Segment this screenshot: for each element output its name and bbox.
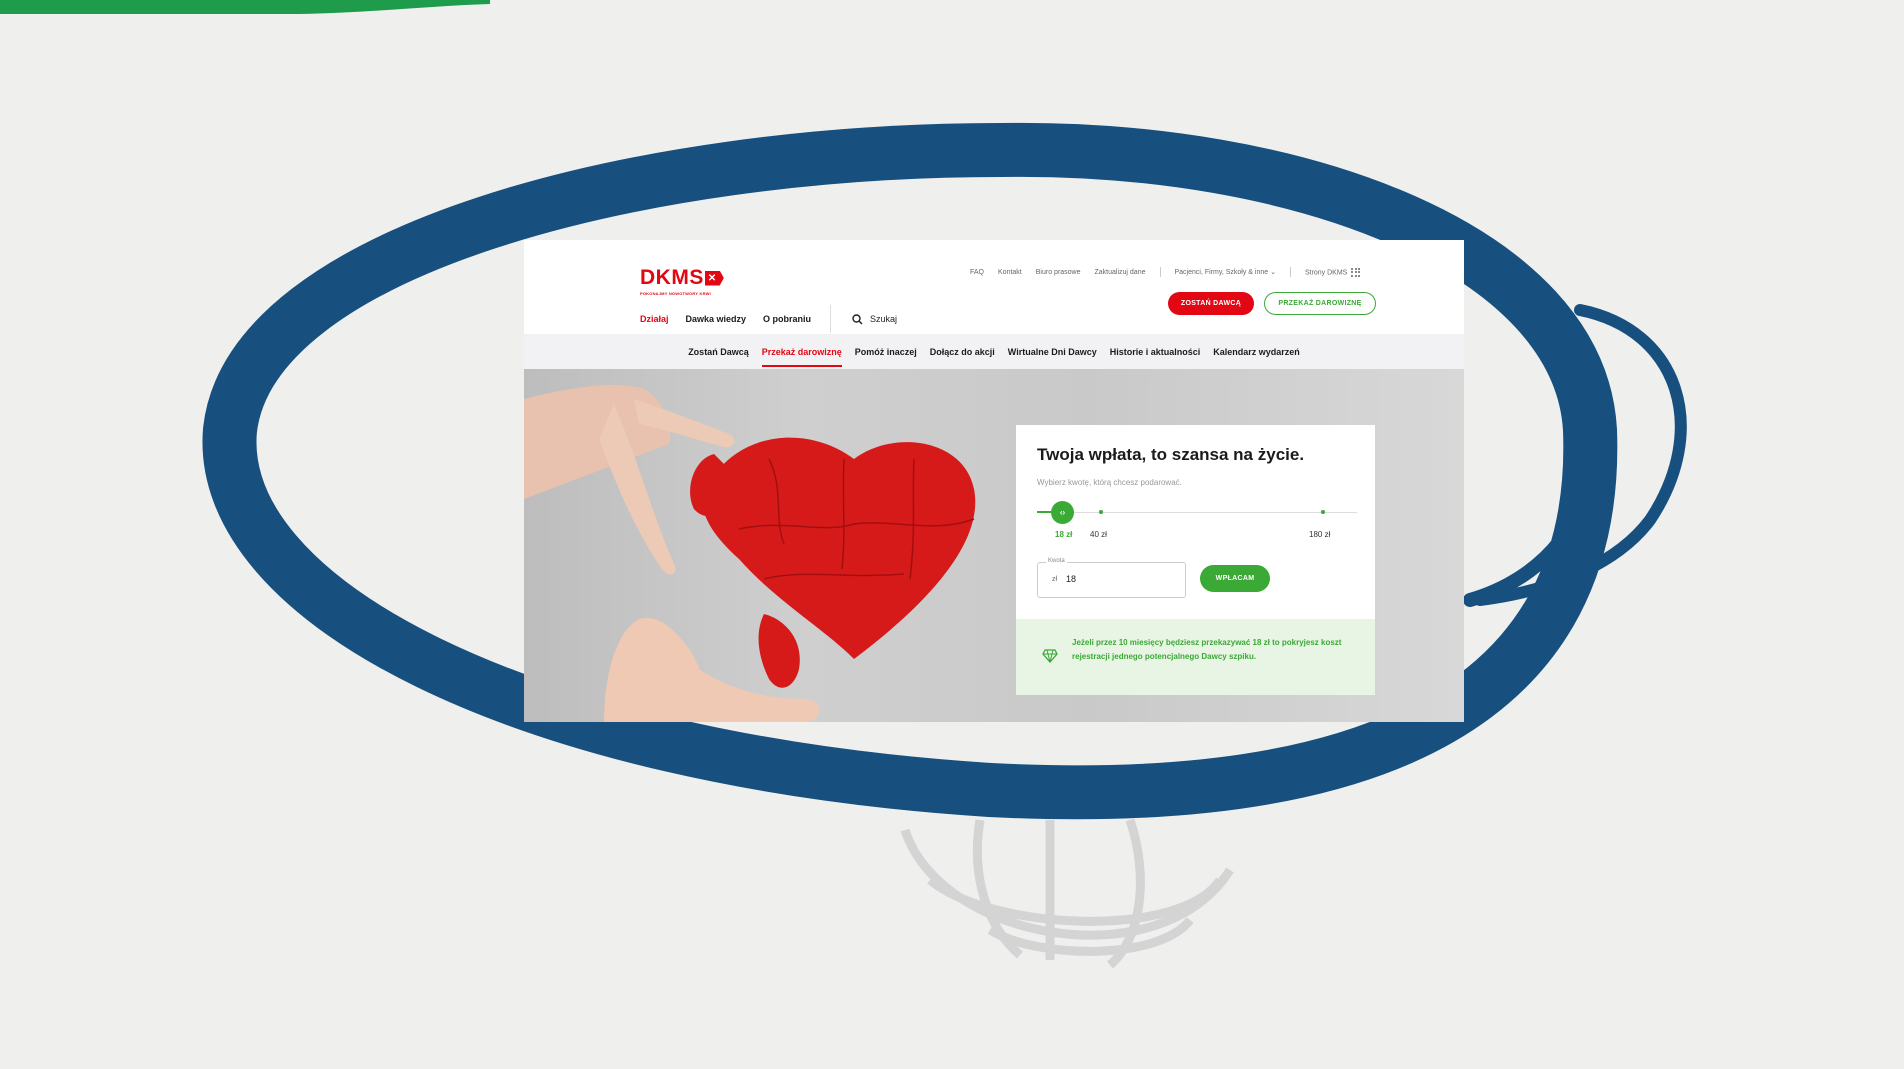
grid-icon	[1351, 267, 1361, 277]
donate-button[interactable]: PRZEKAŻ DAROWIZNĘ	[1264, 292, 1376, 315]
chevron-down-icon: ⌄	[1270, 269, 1276, 276]
search-label: Szukaj	[870, 314, 898, 324]
slider-label-18[interactable]: 18 zł	[1055, 530, 1072, 539]
amount-field-label: Kwota	[1046, 558, 1067, 564]
subnav-item-wirtualne-dni[interactable]: Wirtualne Dni Dawcy	[1008, 337, 1097, 367]
slider-label-180[interactable]: 180 zł	[1309, 530, 1330, 539]
slider-track	[1037, 512, 1357, 513]
globe-watermark	[900, 818, 1234, 969]
amount-field[interactable]: Kwota zł 18	[1037, 558, 1186, 598]
donation-title: Twoja wpłata, to szansa na życie.	[1037, 445, 1305, 464]
website-screenshot: DKMS POKONAJMY NOWOTWORY KRWI FAQ Kontak…	[524, 240, 1464, 722]
donation-subtitle: Wybierz kwotę, którą chcesz podarować.	[1037, 478, 1182, 487]
dkms-logo[interactable]: DKMS POKONAJMY NOWOTWORY KRWI	[640, 266, 724, 296]
top-link-press[interactable]: Biuro prasowe	[1036, 269, 1081, 276]
nav-item-dzialaj[interactable]: Działaj	[640, 314, 669, 324]
subnav-item-dolacz-do-akcji[interactable]: Dołącz do akcji	[930, 337, 995, 367]
top-link-update-data[interactable]: Zaktualizuj dane	[1095, 269, 1146, 276]
diamond-icon	[1042, 649, 1058, 663]
logo-text: DKMS	[640, 266, 704, 289]
top-link-dkms-sites-label: Strony DKMS	[1304, 268, 1348, 276]
nav-item-dawka-wiedzy[interactable]: Dawka wiedzy	[686, 314, 747, 324]
subnav-item-przekaz-darowizne[interactable]: Przekaż darowiznę	[761, 337, 842, 367]
main-nav: Działaj Dawka wiedzy O pobraniu Szukaj	[640, 305, 897, 333]
slider-tick	[1099, 510, 1103, 514]
slider-label-40[interactable]: 40 zł	[1090, 530, 1107, 539]
top-link-dkms-sites[interactable]: Strony DKMS	[1304, 267, 1361, 277]
divider	[1159, 267, 1161, 277]
become-donor-button[interactable]: ZOSTAŃ DAWCĄ	[1168, 292, 1254, 315]
green-top-bar	[0, 0, 490, 14]
pay-button[interactable]: WPŁACAM	[1200, 565, 1270, 592]
subnav-item-pomoz-inaczej[interactable]: Pomóż inaczej	[855, 337, 917, 367]
logo-tagline: POKONAJMY NOWOTWORY KRWI	[640, 291, 711, 296]
subnav-item-zostan-dawca[interactable]: Zostań Dawcą	[688, 337, 749, 367]
top-link-audiences-label: Pacjenci, Firmy, Szkoły & inne	[1174, 269, 1269, 276]
top-link-faq[interactable]: FAQ	[970, 269, 984, 276]
hero-section: Twoja wpłata, to szansa na życie. Wybier…	[524, 369, 1464, 722]
divider	[830, 305, 832, 333]
nav-item-o-pobraniu[interactable]: O pobraniu	[763, 314, 811, 324]
search-icon	[852, 313, 863, 324]
logo-cross-icon	[704, 270, 724, 286]
hero-image-puzzle-heart	[524, 384, 976, 722]
arrows-left-right-icon[interactable]: ‹›	[1051, 501, 1074, 524]
subnav-item-historie[interactable]: Historie i aktualności	[1110, 337, 1201, 367]
top-utility-nav: FAQ Kontakt Biuro prasowe Zaktualizuj da…	[970, 267, 1361, 277]
subnav-item-kalendarz[interactable]: Kalendarz wydarzeń	[1213, 337, 1300, 367]
slider-tick	[1321, 510, 1325, 514]
search-button[interactable]: Szukaj	[852, 313, 898, 325]
sub-nav: Zostań Dawcą Przekaż darowiznę Pomóż ina…	[524, 334, 1464, 369]
info-box: Jeżeli przez 10 miesięcy będziesz przeka…	[1016, 619, 1375, 695]
currency-label: zł	[1052, 576, 1058, 583]
top-link-audiences[interactable]: Pacjenci, Firmy, Szkoły & inne ⌄	[1175, 268, 1276, 276]
donation-card: Twoja wpłata, to szansa na życie. Wybier…	[1016, 425, 1375, 695]
top-link-contact[interactable]: Kontakt	[998, 269, 1022, 276]
divider	[1289, 267, 1291, 277]
info-text: Jeżeli przez 10 miesięcy będziesz przeka…	[1072, 638, 1342, 661]
amount-slider[interactable]: ‹› 18 zł 40 zł 180 zł	[1037, 501, 1357, 547]
amount-value[interactable]: 18	[1066, 574, 1076, 584]
